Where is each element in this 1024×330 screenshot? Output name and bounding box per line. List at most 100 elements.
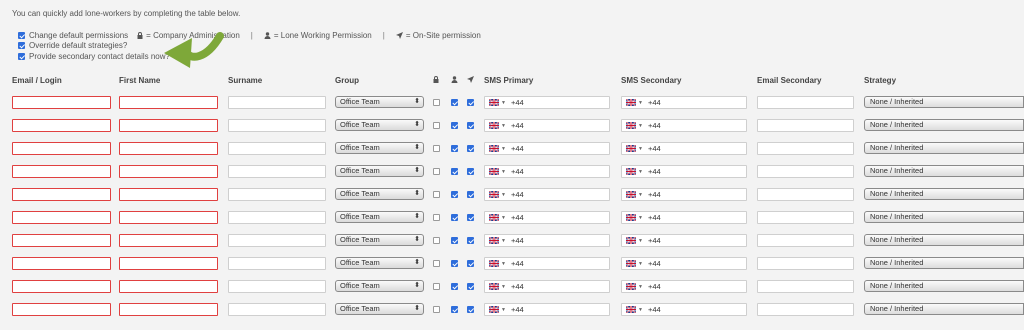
sms-secondary-field[interactable]: ▼ +44 xyxy=(621,188,747,201)
onsite-permission-checkbox[interactable] xyxy=(467,168,474,175)
first-name-field[interactable] xyxy=(119,234,218,247)
surname-field[interactable] xyxy=(228,257,326,270)
surname-field[interactable] xyxy=(228,234,326,247)
surname-field[interactable] xyxy=(228,211,326,224)
admin-permission-checkbox[interactable] xyxy=(433,260,440,267)
first-name-field[interactable] xyxy=(119,211,218,224)
uk-flag-icon[interactable] xyxy=(625,190,637,199)
surname-field[interactable] xyxy=(228,142,326,155)
sms-primary-field[interactable]: ▼ +44 xyxy=(484,165,610,178)
email-secondary-field[interactable] xyxy=(757,188,854,201)
lone-working-checkbox[interactable] xyxy=(451,99,458,106)
sms-secondary-field[interactable]: ▼ +44 xyxy=(621,211,747,224)
change-permissions-checkbox[interactable] xyxy=(18,32,25,39)
onsite-permission-checkbox[interactable] xyxy=(467,145,474,152)
sms-primary-field[interactable]: ▼ +44 xyxy=(484,280,610,293)
uk-flag-icon[interactable] xyxy=(488,167,500,176)
lone-working-checkbox[interactable] xyxy=(451,168,458,175)
email-secondary-field[interactable] xyxy=(757,257,854,270)
first-name-field[interactable] xyxy=(119,119,218,132)
onsite-permission-checkbox[interactable] xyxy=(467,214,474,221)
lone-working-checkbox[interactable] xyxy=(451,306,458,313)
uk-flag-icon[interactable] xyxy=(488,98,500,107)
strategy-select[interactable]: None / Inherited xyxy=(864,211,1024,223)
email-secondary-field[interactable] xyxy=(757,303,854,316)
strategy-select[interactable]: None / Inherited xyxy=(864,165,1024,177)
admin-permission-checkbox[interactable] xyxy=(433,191,440,198)
onsite-permission-checkbox[interactable] xyxy=(467,306,474,313)
surname-field[interactable] xyxy=(228,188,326,201)
sms-primary-field[interactable]: ▼ +44 xyxy=(484,119,610,132)
onsite-permission-checkbox[interactable] xyxy=(467,99,474,106)
email-login-field[interactable] xyxy=(12,303,111,316)
sms-primary-field[interactable]: ▼ +44 xyxy=(484,211,610,224)
uk-flag-icon[interactable] xyxy=(488,305,500,314)
lone-working-checkbox[interactable] xyxy=(451,237,458,244)
group-select[interactable]: Office Team ⬍ xyxy=(335,165,424,177)
lone-working-checkbox[interactable] xyxy=(451,145,458,152)
uk-flag-icon[interactable] xyxy=(625,144,637,153)
uk-flag-icon[interactable] xyxy=(488,282,500,291)
strategy-select[interactable]: None / Inherited xyxy=(864,234,1024,246)
lone-working-checkbox[interactable] xyxy=(451,260,458,267)
first-name-field[interactable] xyxy=(119,96,218,109)
group-select[interactable]: Office Team ⬍ xyxy=(335,96,424,108)
sms-secondary-field[interactable]: ▼ +44 xyxy=(621,257,747,270)
email-login-field[interactable] xyxy=(12,280,111,293)
admin-permission-checkbox[interactable] xyxy=(433,122,440,129)
surname-field[interactable] xyxy=(228,96,326,109)
email-secondary-field[interactable] xyxy=(757,142,854,155)
first-name-field[interactable] xyxy=(119,257,218,270)
admin-permission-checkbox[interactable] xyxy=(433,145,440,152)
admin-permission-checkbox[interactable] xyxy=(433,283,440,290)
email-secondary-field[interactable] xyxy=(757,211,854,224)
secondary-contact-checkbox[interactable] xyxy=(18,53,25,60)
lone-working-checkbox[interactable] xyxy=(451,122,458,129)
email-login-field[interactable] xyxy=(12,96,111,109)
uk-flag-icon[interactable] xyxy=(488,121,500,130)
group-select[interactable]: Office Team ⬍ xyxy=(335,234,424,246)
sms-secondary-field[interactable]: ▼ +44 xyxy=(621,303,747,316)
first-name-field[interactable] xyxy=(119,280,218,293)
onsite-permission-checkbox[interactable] xyxy=(467,191,474,198)
email-secondary-field[interactable] xyxy=(757,165,854,178)
surname-field[interactable] xyxy=(228,280,326,293)
email-login-field[interactable] xyxy=(12,234,111,247)
group-select[interactable]: Office Team ⬍ xyxy=(335,142,424,154)
uk-flag-icon[interactable] xyxy=(625,282,637,291)
uk-flag-icon[interactable] xyxy=(625,121,637,130)
strategy-select[interactable]: None / Inherited xyxy=(864,119,1024,131)
override-strategies-checkbox[interactable] xyxy=(18,42,25,49)
uk-flag-icon[interactable] xyxy=(488,213,500,222)
uk-flag-icon[interactable] xyxy=(488,236,500,245)
email-secondary-field[interactable] xyxy=(757,280,854,293)
strategy-select[interactable]: None / Inherited xyxy=(864,96,1024,108)
first-name-field[interactable] xyxy=(119,303,218,316)
uk-flag-icon[interactable] xyxy=(488,144,500,153)
email-login-field[interactable] xyxy=(12,165,111,178)
email-login-field[interactable] xyxy=(12,211,111,224)
strategy-select[interactable]: None / Inherited xyxy=(864,142,1024,154)
onsite-permission-checkbox[interactable] xyxy=(467,122,474,129)
strategy-select[interactable]: None / Inherited xyxy=(864,257,1024,269)
group-select[interactable]: Office Team ⬍ xyxy=(335,257,424,269)
strategy-select[interactable]: None / Inherited xyxy=(864,188,1024,200)
group-select[interactable]: Office Team ⬍ xyxy=(335,280,424,292)
email-login-field[interactable] xyxy=(12,142,111,155)
strategy-select[interactable]: None / Inherited xyxy=(864,280,1024,292)
group-select[interactable]: Office Team ⬍ xyxy=(335,188,424,200)
sms-primary-field[interactable]: ▼ +44 xyxy=(484,96,610,109)
surname-field[interactable] xyxy=(228,165,326,178)
sms-secondary-field[interactable]: ▼ +44 xyxy=(621,142,747,155)
sms-secondary-field[interactable]: ▼ +44 xyxy=(621,119,747,132)
uk-flag-icon[interactable] xyxy=(488,259,500,268)
sms-primary-field[interactable]: ▼ +44 xyxy=(484,234,610,247)
sms-secondary-field[interactable]: ▼ +44 xyxy=(621,234,747,247)
onsite-permission-checkbox[interactable] xyxy=(467,283,474,290)
sms-primary-field[interactable]: ▼ +44 xyxy=(484,142,610,155)
lone-working-checkbox[interactable] xyxy=(451,283,458,290)
group-select[interactable]: Office Team ⬍ xyxy=(335,211,424,223)
admin-permission-checkbox[interactable] xyxy=(433,214,440,221)
email-secondary-field[interactable] xyxy=(757,234,854,247)
first-name-field[interactable] xyxy=(119,165,218,178)
